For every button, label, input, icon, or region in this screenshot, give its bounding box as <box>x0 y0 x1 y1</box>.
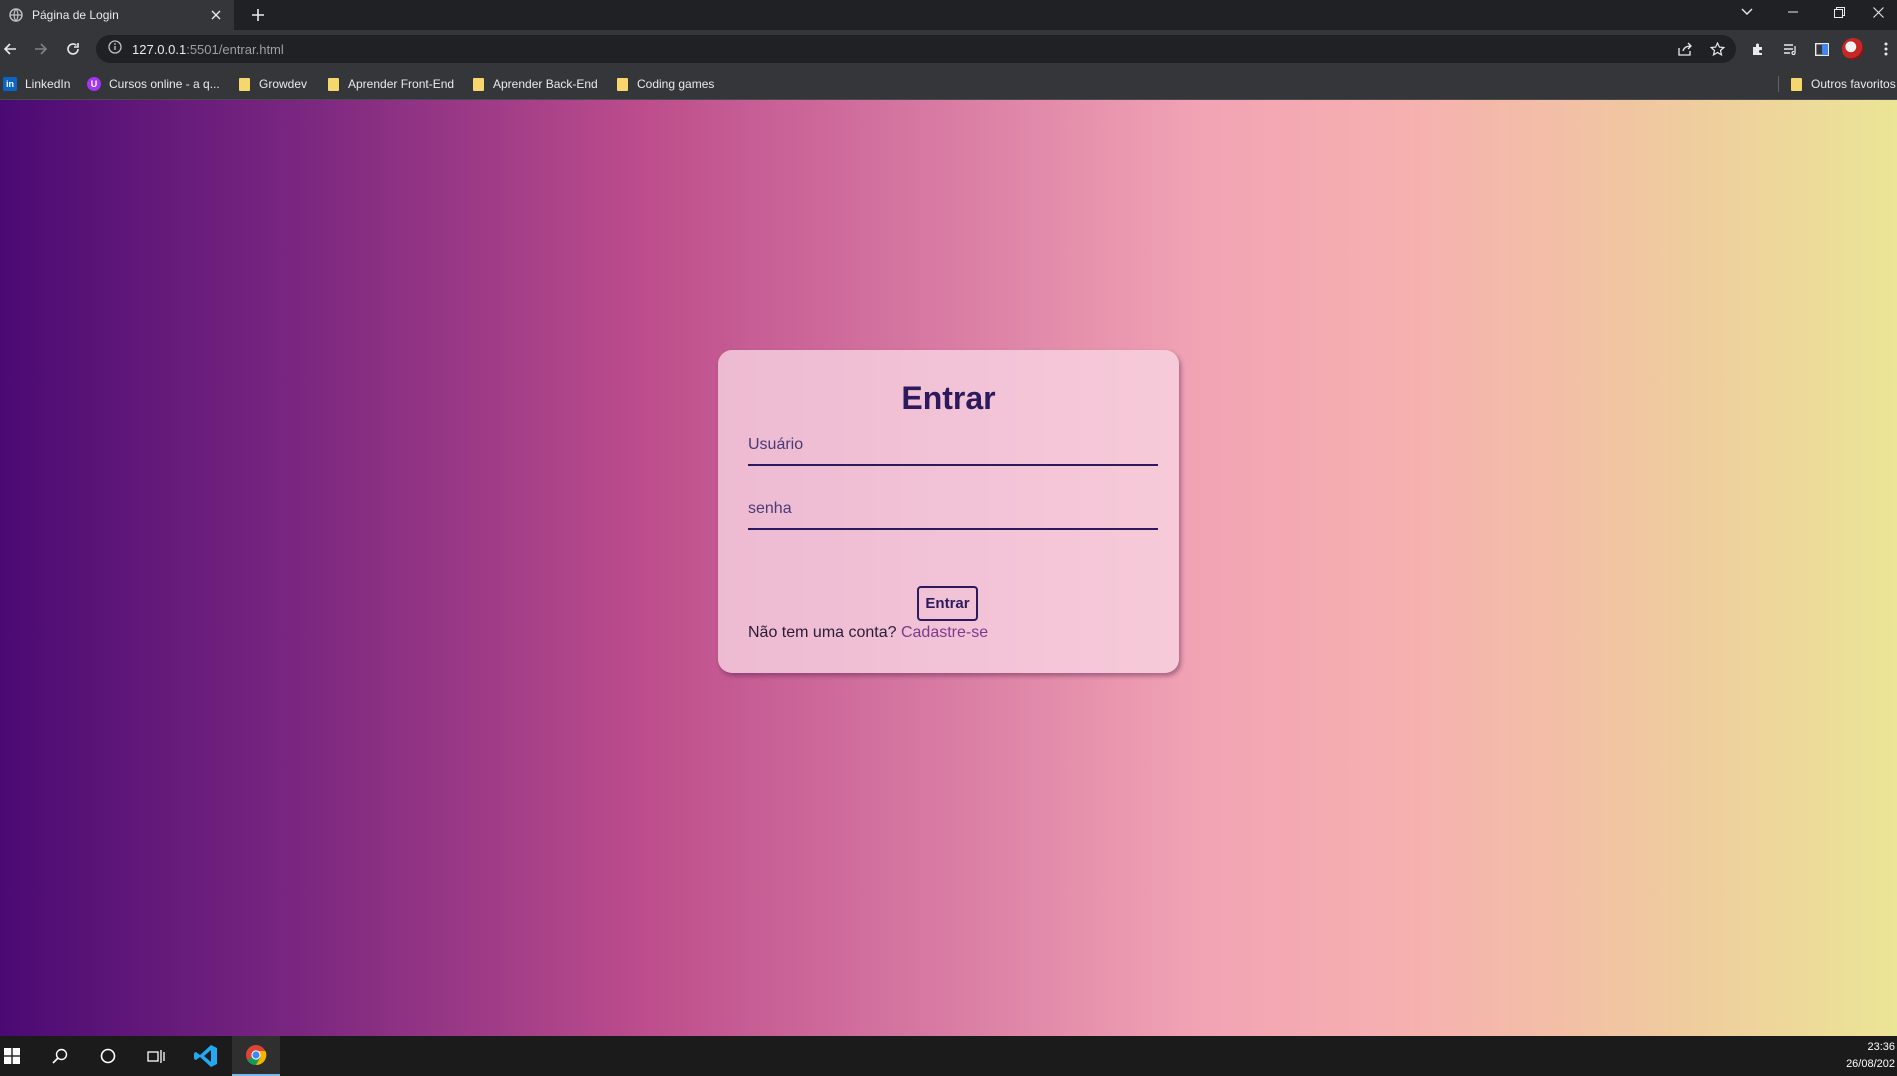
folder-icon <box>237 77 251 91</box>
forward-icon[interactable] <box>29 37 53 61</box>
reading-list-icon[interactable] <box>1778 37 1802 61</box>
bookmark-linkedin[interactable]: in LinkedIn <box>3 68 70 100</box>
task-view-icon[interactable] <box>132 1036 180 1076</box>
tab-search-icon[interactable] <box>1724 0 1770 24</box>
share-icon[interactable] <box>1677 41 1693 57</box>
browser-toolbar: 127.0.0.1:5501/entrar.html <box>0 30 1897 68</box>
bookmark-star-icon[interactable] <box>1709 41 1725 57</box>
url-text: 127.0.0.1:5501/entrar.html <box>132 42 284 57</box>
no-account-text: Não tem uma conta? <box>748 624 901 641</box>
address-bar[interactable]: 127.0.0.1:5501/entrar.html <box>96 35 1736 63</box>
url-path: :5501/entrar.html <box>186 41 284 57</box>
bookmarks-divider <box>1778 76 1779 92</box>
search-icon[interactable] <box>36 1036 84 1076</box>
close-window-icon[interactable] <box>1860 0 1897 24</box>
bookmark-cursos[interactable]: U Cursos online - a q... <box>87 68 220 100</box>
tab-strip: Página de Login <box>0 0 1897 30</box>
restore-icon[interactable] <box>1816 0 1862 24</box>
signup-prompt: Não tem uma conta? Cadastre-se <box>748 624 988 642</box>
login-title: Entrar <box>901 380 996 416</box>
minimize-icon[interactable] <box>1770 0 1816 24</box>
folder-icon <box>326 77 340 91</box>
login-button[interactable]: Entrar <box>917 586 978 621</box>
bookmark-back-end[interactable]: Aprender Back-End <box>471 68 598 100</box>
username-field <box>748 428 1158 466</box>
system-clock[interactable]: 23:36 26/08/202 <box>1846 1039 1895 1073</box>
bookmark-other-favorites[interactable]: Outros favoritos <box>1789 68 1896 100</box>
back-icon[interactable] <box>0 37 22 61</box>
side-panel-icon[interactable] <box>1810 37 1834 61</box>
site-info-icon[interactable] <box>108 39 122 59</box>
udemy-icon: U <box>87 77 101 91</box>
tab-title: Página de Login <box>32 8 119 22</box>
bookmark-label: Coding games <box>637 77 715 91</box>
globe-icon <box>9 8 23 22</box>
clock-date: 26/08/202 <box>1846 1058 1895 1070</box>
password-input[interactable] <box>748 500 1158 518</box>
chrome-icon[interactable] <box>232 1036 280 1076</box>
reload-icon[interactable] <box>61 37 85 61</box>
folder-icon <box>615 77 629 91</box>
username-input[interactable] <box>748 436 1158 454</box>
bookmark-front-end[interactable]: Aprender Front-End <box>326 68 454 100</box>
extensions-icon[interactable] <box>1746 37 1770 61</box>
taskbar: 23:36 26/08/202 <box>0 1036 1897 1076</box>
bookmark-label: Growdev <box>259 77 308 91</box>
bookmark-label: Aprender Front-End <box>348 77 455 91</box>
bookmarks-bar: in LinkedIn U Cursos online - a q... Gro… <box>0 68 1897 100</box>
folder-icon <box>471 77 485 91</box>
page-background: Entrar Entrar Não tem uma conta? Cadastr… <box>0 100 1897 1036</box>
browser-tab[interactable]: Página de Login <box>0 0 234 30</box>
profile-avatar[interactable] <box>1842 38 1864 60</box>
new-tab-button[interactable] <box>246 3 270 27</box>
signup-link[interactable]: Cadastre-se <box>901 624 988 641</box>
bookmark-coding-games[interactable]: Coding games <box>615 68 714 100</box>
bookmark-label: Aprender Back-End <box>493 77 598 91</box>
login-card: Entrar Entrar Não tem uma conta? Cadastr… <box>718 350 1179 673</box>
bookmark-growdev[interactable]: Growdev <box>237 68 307 100</box>
chrome-menu-icon[interactable] <box>1876 37 1896 61</box>
windows-start-icon[interactable] <box>0 1036 36 1076</box>
folder-icon <box>1789 77 1803 91</box>
vscode-icon[interactable] <box>182 1036 230 1076</box>
password-field <box>748 492 1158 530</box>
clock-time: 23:36 <box>1867 1041 1895 1053</box>
url-host: 127.0.0.1 <box>132 41 187 57</box>
bookmark-label: Outros favoritos <box>1811 77 1896 91</box>
linkedin-icon: in <box>3 77 17 91</box>
close-tab-icon[interactable] <box>206 5 226 25</box>
bookmark-label: LinkedIn <box>25 77 71 91</box>
bookmark-label: Cursos online - a q... <box>109 77 220 91</box>
cortana-icon[interactable] <box>84 1036 132 1076</box>
